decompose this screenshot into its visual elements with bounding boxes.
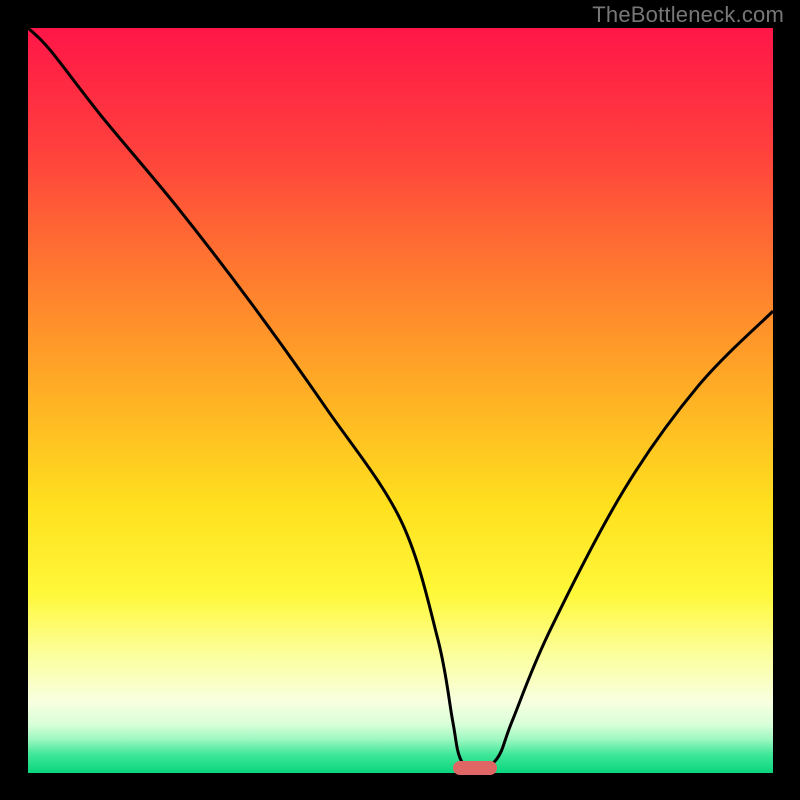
minimum-marker [453, 761, 498, 775]
chart-frame: TheBottleneck.com [0, 0, 800, 800]
brand-watermark: TheBottleneck.com [592, 2, 784, 28]
plot-area [28, 28, 773, 773]
bottleneck-curve [28, 28, 773, 773]
